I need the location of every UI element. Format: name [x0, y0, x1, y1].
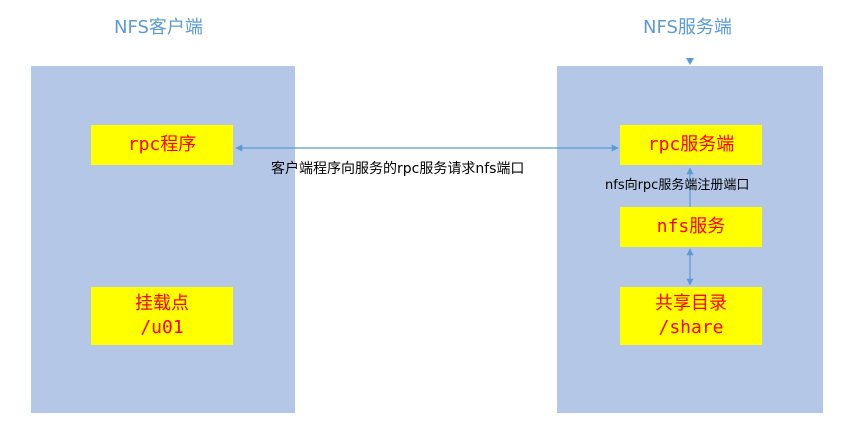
- request-arrow-label: 客户端程序向服务的rpc服务请求nfs端口: [271, 161, 525, 177]
- server-top-marker: [686, 58, 694, 65]
- connector-layer: [235, 58, 694, 286]
- register-arrow-label: nfs向rpc服务端注册端口: [605, 178, 750, 193]
